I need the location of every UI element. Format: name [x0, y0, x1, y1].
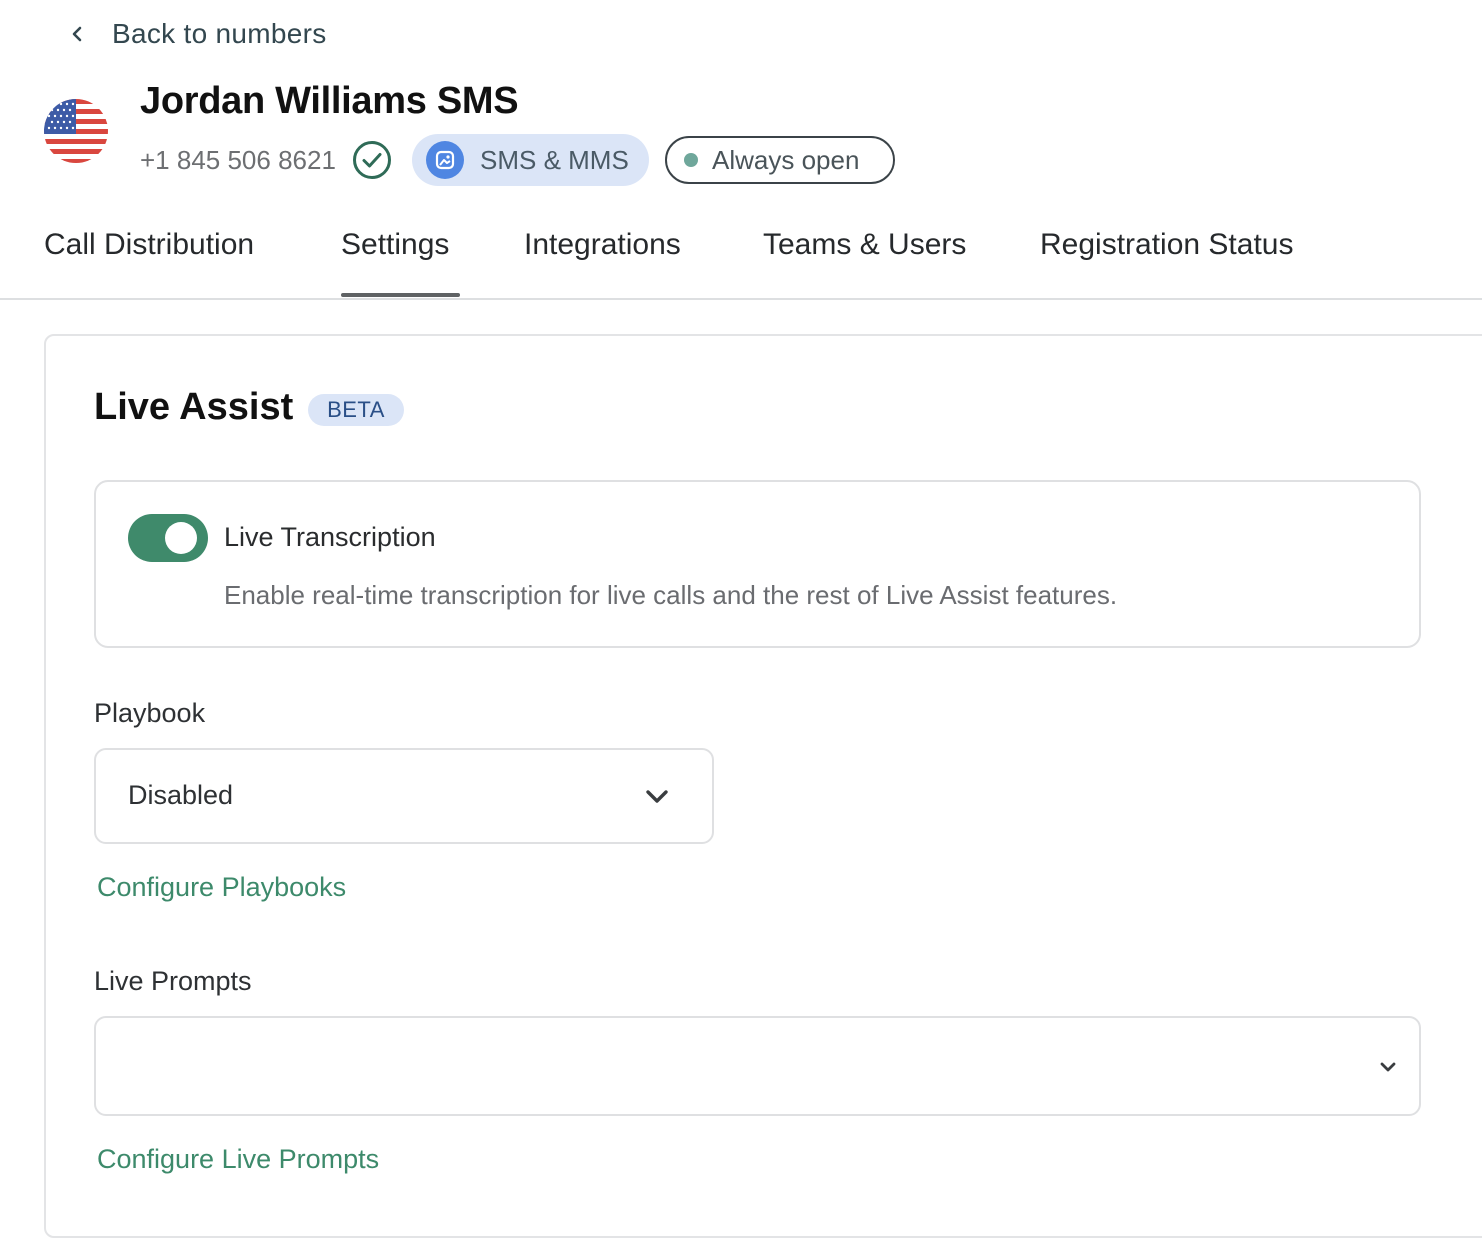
sms-mms-label: SMS & MMS [480, 144, 629, 175]
tab-registration-status[interactable]: Registration Status [1040, 228, 1293, 262]
configure-playbooks-link[interactable]: Configure Playbooks [97, 872, 346, 903]
section-title: Live Assist [94, 386, 294, 428]
live-transcription-toggle[interactable] [128, 514, 208, 562]
toggle-knob [165, 522, 197, 554]
live-prompts-select[interactable] [94, 1016, 1421, 1116]
active-tab-indicator [341, 293, 460, 297]
hours-status-label: Always open [712, 144, 860, 175]
status-dot-icon [684, 153, 698, 167]
playbook-select[interactable]: Disabled [94, 748, 714, 844]
tab-teams-users[interactable]: Teams & Users [763, 228, 966, 262]
tab-bar: Call Distribution Settings Integrations … [0, 220, 1482, 300]
live-transcription-description: Enable real-time transcription for live … [224, 580, 1118, 610]
tab-settings[interactable]: Settings [341, 228, 449, 262]
chevron-down-icon [646, 790, 668, 803]
sms-mms-badge: SMS & MMS [412, 134, 649, 186]
beta-badge: BETA [308, 394, 404, 426]
chevron-down-icon [1380, 1062, 1396, 1072]
back-link-label: Back to numbers [112, 18, 327, 49]
verified-check-icon [352, 140, 392, 180]
back-to-numbers-link[interactable]: Back to numbers [66, 16, 327, 52]
configure-live-prompts-link[interactable]: Configure Live Prompts [97, 1144, 379, 1175]
us-flag-icon [44, 99, 108, 163]
image-message-icon [426, 141, 464, 179]
hours-status-badge: Always open [665, 136, 895, 184]
live-prompts-label: Live Prompts [94, 966, 252, 996]
phone-number: +1 845 506 8621 [140, 145, 336, 175]
chevron-left-icon [72, 26, 82, 42]
tab-call-distribution[interactable]: Call Distribution [44, 228, 254, 262]
playbook-selected-value: Disabled [128, 780, 234, 810]
page-title: Jordan Williams SMS [140, 80, 519, 122]
playbook-label: Playbook [94, 698, 206, 728]
tab-integrations[interactable]: Integrations [524, 228, 681, 262]
live-transcription-label: Live Transcription [224, 522, 436, 552]
live-transcription-panel [94, 480, 1421, 648]
